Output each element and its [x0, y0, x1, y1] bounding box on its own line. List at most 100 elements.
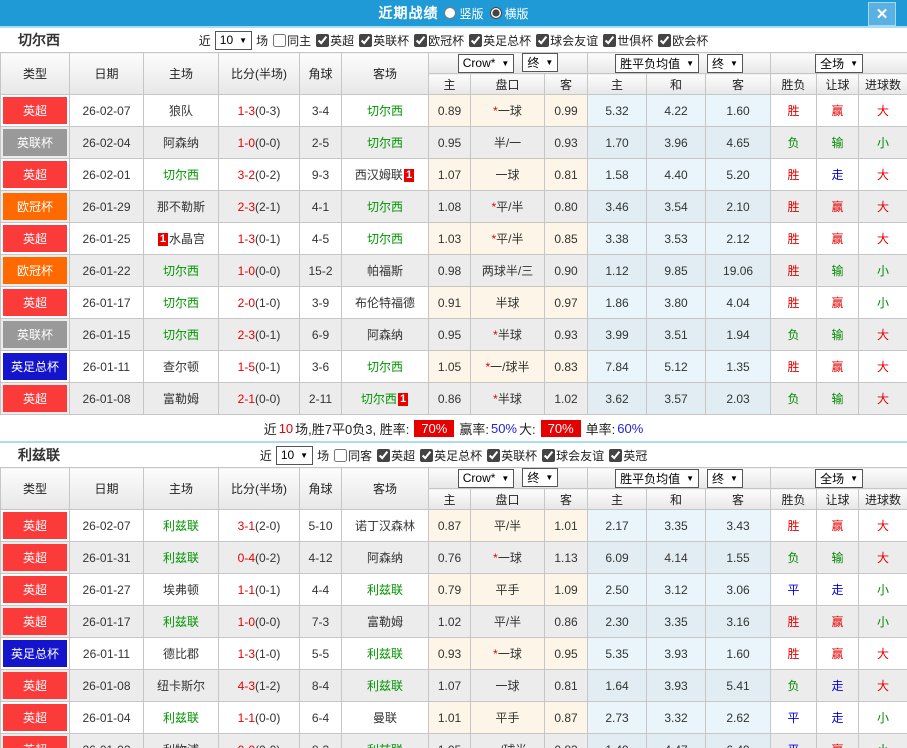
- selected-value: 全场: [820, 55, 844, 72]
- sub-column-header: 主: [429, 489, 471, 510]
- scope-select[interactable]: 全场▼: [815, 54, 863, 73]
- wdl-average-select[interactable]: 胜平负均值▼: [615, 469, 699, 488]
- home-team-cell: 富勒姆: [144, 383, 219, 415]
- team-name: 利兹联: [18, 445, 60, 465]
- league-filter-checkbox[interactable]: [469, 34, 482, 47]
- halftime-score: (1-0): [255, 647, 280, 661]
- games-count-select[interactable]: 10▼: [215, 31, 252, 50]
- same-venue-checkbox-label[interactable]: 同主: [268, 32, 311, 49]
- same-venue-checkbox-label[interactable]: 同客: [329, 447, 372, 464]
- league-cell: 英超: [1, 287, 70, 319]
- odds-draw-cell: 9.85: [647, 255, 706, 287]
- final-odds-select[interactable]: 终▼: [522, 468, 558, 487]
- horizontal-layout-radio[interactable]: [490, 7, 502, 19]
- league-filter-checkbox-label[interactable]: 英超: [372, 447, 415, 464]
- bookmaker-select[interactable]: Crow*▼: [458, 469, 515, 488]
- league-filter-checkbox-label[interactable]: 欧冠杯: [409, 32, 464, 49]
- league-filter-checkbox[interactable]: [542, 449, 555, 462]
- odds-draw-cell: 3.35: [647, 606, 706, 638]
- match-date: 26-01-17: [70, 606, 144, 638]
- close-icon[interactable]: ✕: [868, 2, 896, 26]
- result-handicap-cell: 赢: [817, 95, 859, 127]
- table-row: 英超26-02-01切尔西3-2(0-2)9-3西汉姆联11.07一球0.811…: [1, 159, 907, 191]
- handicap-line: 一/球半: [488, 743, 527, 748]
- corner-cell: 4-5: [300, 223, 342, 255]
- column-header: 比分(半场): [219, 53, 300, 95]
- odds-draw-cell: 3.32: [647, 702, 706, 734]
- away-water-cell: 0.93: [545, 319, 588, 351]
- league-filter-checkbox[interactable]: [609, 449, 622, 462]
- away-team-name: 帕福斯: [367, 264, 403, 278]
- odds-home-cell: 3.46: [588, 191, 647, 223]
- home-team-name: 切尔西: [163, 168, 199, 182]
- horizontal-layout-label: 横版: [505, 5, 529, 22]
- layout-radio-horizontal[interactable]: 横版: [490, 5, 529, 22]
- league-cell: 英超: [1, 542, 70, 574]
- league-filter-checkbox-label[interactable]: 球会友谊: [537, 447, 604, 464]
- odds-home-cell: 1.12: [588, 255, 647, 287]
- league-filter-checkbox-label[interactable]: 英联杯: [354, 32, 409, 49]
- league-filter-checkbox-label[interactable]: 英足总杯: [415, 447, 482, 464]
- result-wdl-cell: 胜: [771, 638, 817, 670]
- final-odds-select-2[interactable]: 终▼: [707, 469, 743, 488]
- games-suffix-label: 场: [256, 32, 268, 49]
- league-filter-checkbox-label[interactable]: 英冠: [604, 447, 647, 464]
- league-filter-checkbox-label[interactable]: 英足总杯: [464, 32, 531, 49]
- match-date: 26-01-11: [70, 351, 144, 383]
- result-text: 胜: [788, 519, 800, 533]
- final-odds-select[interactable]: 终▼: [522, 53, 558, 72]
- handicap-line: 一/球半: [490, 360, 529, 374]
- odds-away-cell: 5.41: [706, 670, 771, 702]
- result-wdl-cell: 平: [771, 702, 817, 734]
- league-filter-checkbox-label[interactable]: 欧会杯: [653, 32, 708, 49]
- league-filter-checkbox[interactable]: [414, 34, 427, 47]
- league-cell: 英超: [1, 383, 70, 415]
- league-filter-checkbox-label[interactable]: 世俱杯: [598, 32, 653, 49]
- big-rate-badge: 70%: [541, 420, 581, 437]
- result-handicap-cell: 输: [817, 127, 859, 159]
- wdl-average-select[interactable]: 胜平负均值▼: [615, 54, 699, 73]
- league-filter-checkbox[interactable]: [359, 34, 372, 47]
- league-filter-checkbox[interactable]: [377, 449, 390, 462]
- away-team-cell: 曼联: [342, 702, 429, 734]
- handicap-line: 平/半: [494, 519, 521, 533]
- vertical-layout-radio[interactable]: [444, 7, 456, 19]
- league-badge: 英联杯: [3, 129, 67, 156]
- result-text: 大: [877, 551, 889, 565]
- result-text: 走: [832, 679, 844, 693]
- same-venue-checkbox[interactable]: [273, 34, 286, 47]
- league-filter-checkbox[interactable]: [603, 34, 616, 47]
- scope-select[interactable]: 全场▼: [815, 469, 863, 488]
- league-filter-checkbox[interactable]: [536, 34, 549, 47]
- handicap-line: 半球: [498, 328, 522, 342]
- result-group-header: 全场▼: [771, 53, 907, 74]
- home-team-cell: 1水晶宫: [144, 223, 219, 255]
- bookmaker-select[interactable]: Crow*▼: [458, 54, 515, 73]
- away-team-name: 阿森纳: [367, 551, 403, 565]
- score-cell: 3-2(0-2): [219, 159, 300, 191]
- fulltime-score: 1-5: [238, 360, 255, 374]
- league-filter-checkbox[interactable]: [487, 449, 500, 462]
- odds-away-cell: 4.65: [706, 127, 771, 159]
- league-filter-checkbox[interactable]: [658, 34, 671, 47]
- away-water-cell: 1.01: [545, 510, 588, 542]
- same-venue-checkbox[interactable]: [334, 449, 347, 462]
- odds-draw-cell: 3.51: [647, 319, 706, 351]
- league-filter-checkbox-label[interactable]: 英超: [311, 32, 354, 49]
- handicap-cell: *平/半: [471, 191, 545, 223]
- handicap-cell: 平/半: [471, 606, 545, 638]
- score-cell: 1-3(0-1): [219, 223, 300, 255]
- league-filter-checkbox-label[interactable]: 英联杯: [482, 447, 537, 464]
- games-count-select[interactable]: 10▼: [276, 446, 313, 465]
- home-team-cell: 那不勒斯: [144, 191, 219, 223]
- result-text: 小: [877, 743, 889, 748]
- final-odds-select-2[interactable]: 终▼: [707, 54, 743, 73]
- league-filter-checkbox[interactable]: [420, 449, 433, 462]
- result-wdl-cell: 负: [771, 383, 817, 415]
- layout-radio-vertical[interactable]: 竖版: [444, 5, 483, 22]
- league-filter-checkbox-label[interactable]: 球会友谊: [531, 32, 598, 49]
- result-handicap-cell: 赢: [817, 287, 859, 319]
- odds-draw-cell: 3.35: [647, 510, 706, 542]
- corner-cell: 3-4: [300, 95, 342, 127]
- league-filter-checkbox[interactable]: [316, 34, 329, 47]
